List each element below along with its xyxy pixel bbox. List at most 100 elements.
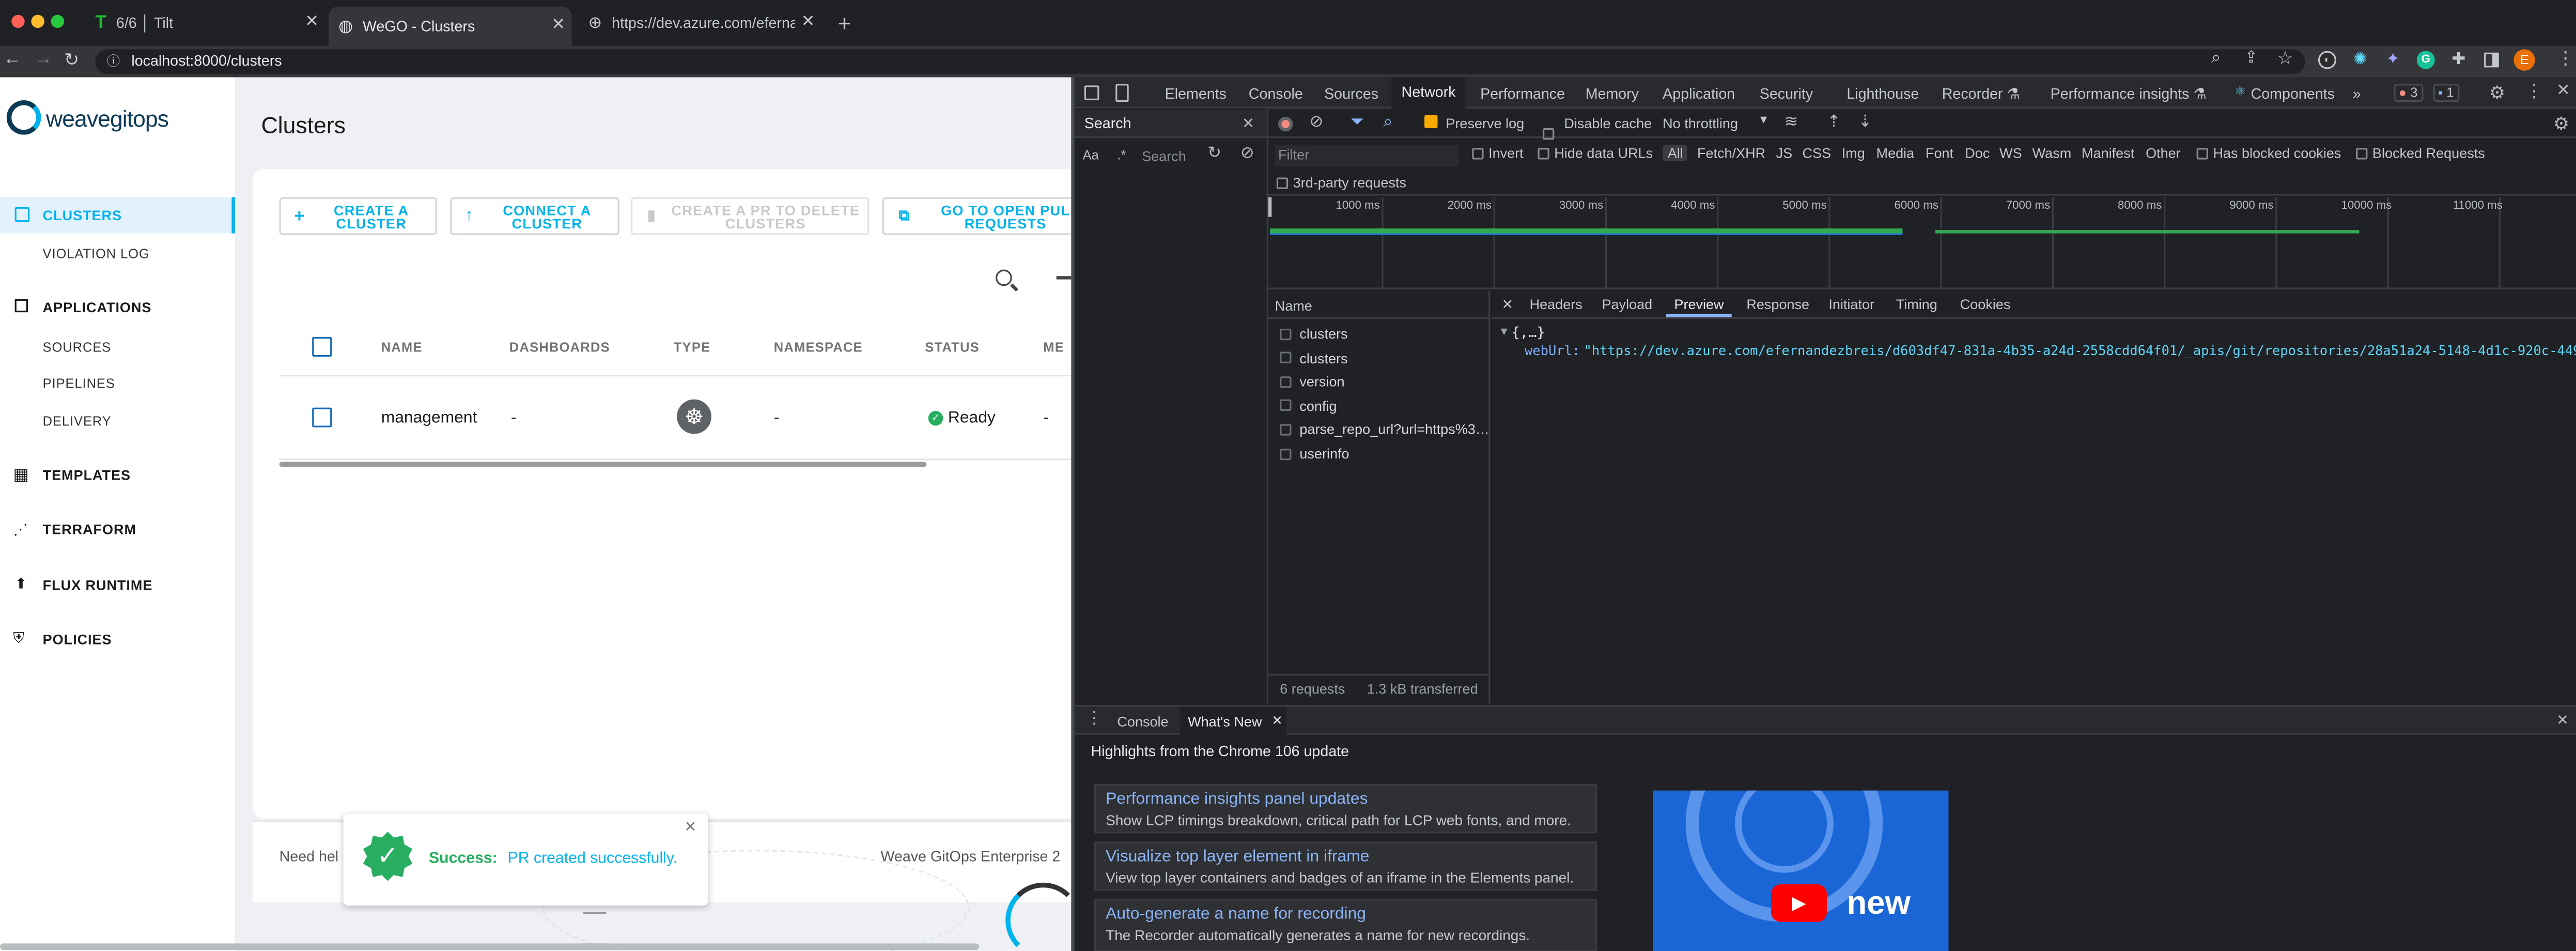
table-row[interactable]: management - ☸ - ✓ Ready - <box>280 376 1072 458</box>
drawer-tab-console[interactable]: Console <box>1117 713 1168 730</box>
preview-expand-icon[interactable]: ▼ <box>1498 327 1510 339</box>
tab-performance[interactable]: Performance <box>1480 79 1565 109</box>
sidebar-item-violation-log[interactable]: VIOLATION LOG <box>43 247 278 262</box>
extension-react-icon[interactable]: ✺ <box>2351 51 2369 69</box>
zoom-icon[interactable]: ⌕ <box>2211 49 2221 67</box>
whats-new-card[interactable]: Performance insights panel updates Show L… <box>1094 784 1597 834</box>
detail-tab-timing[interactable]: Timing <box>1896 293 1937 317</box>
tab-memory[interactable]: Memory <box>1586 79 1639 109</box>
drawer-tab-whats-new[interactable]: What's New ✕ <box>1180 707 1286 735</box>
detail-tab-response[interactable]: Response <box>1746 293 1809 317</box>
network-search-icon[interactable]: ⌕ <box>1384 113 1393 131</box>
tab-elements[interactable]: Elements <box>1165 79 1227 109</box>
network-settings-icon[interactable]: ⚙ <box>2553 113 2569 135</box>
record-icon[interactable] <box>1278 116 1293 132</box>
type-filter-all[interactable]: All <box>1663 144 1688 161</box>
tab-wego-clusters[interactable]: ◍ WeGO - Clusters ✕ <box>329 6 572 47</box>
column-header-more[interactable]: ME <box>1043 340 1064 355</box>
extension-ext3-icon[interactable]: ✦ <box>2384 51 2402 69</box>
tab-recorder[interactable]: Recorder ⚗ <box>1942 79 2020 109</box>
network-conditions-icon[interactable]: ≋ <box>1784 113 1798 131</box>
type-filter-wasm[interactable]: Wasm <box>2032 145 2072 161</box>
type-filter-js[interactable]: JS <box>1776 145 1793 161</box>
request-row[interactable]: clusters <box>1271 346 1490 370</box>
detail-tab-initiator[interactable]: Initiator <box>1828 293 1874 317</box>
sidebar-item-delivery[interactable]: DELIVERY <box>43 414 278 429</box>
request-row[interactable]: parse_repo_url?url=https%3… <box>1271 418 1490 441</box>
whats-new-card[interactable]: Auto-generate a name for recording The Re… <box>1094 899 1597 951</box>
third-party-checkbox[interactable]: 3rd-party requests <box>1276 174 1406 191</box>
refresh-search-icon[interactable]: ↻ <box>1207 145 1221 163</box>
detail-tab-preview[interactable]: Preview <box>1666 293 1732 317</box>
more-tabs-icon[interactable]: » <box>2353 79 2361 109</box>
whats-new-card[interactable]: Visualize top layer element in iframe Vie… <box>1094 841 1597 891</box>
sidebar-item-clusters[interactable]: CLUSTERS <box>0 197 235 234</box>
select-all-checkbox[interactable] <box>312 336 332 357</box>
type-filter-fetch[interactable]: Fetch/XHR <box>1697 145 1765 161</box>
throttling-select[interactable]: No throttling <box>1663 115 1738 132</box>
sidebar-item-templates[interactable]: TEMPLATES <box>43 467 278 483</box>
blocked-requests-checkbox[interactable]: Blocked Requests <box>2356 145 2485 161</box>
device-toolbar-icon[interactable] <box>1115 84 1129 102</box>
toast-close-icon[interactable]: ✕ <box>684 819 696 837</box>
card-title[interactable]: Visualize top layer element in iframe <box>1106 848 1369 866</box>
type-filter-other[interactable]: Other <box>2146 145 2181 161</box>
tab-sources[interactable]: Sources <box>1324 79 1378 109</box>
card-title[interactable]: Auto-generate a name for recording <box>1106 906 1366 924</box>
browser-menu-icon[interactable]: ⋮ <box>2556 48 2574 69</box>
address-bar[interactable]: ⓘ localhost:8000/clusters <box>95 49 2305 74</box>
clear-log-icon[interactable]: ⊘ <box>1309 113 1323 131</box>
devtools-settings-icon[interactable]: ⚙ <box>2489 82 2505 103</box>
whats-new-video-thumbnail[interactable]: ▶ new <box>1653 790 1949 951</box>
connect-cluster-button[interactable]: ↑ CONNECT A CLUSTER <box>450 197 619 235</box>
new-tab-plus-icon[interactable]: + <box>833 10 856 36</box>
timeline-selection-handle[interactable] <box>1268 197 1272 217</box>
type-filter-img[interactable]: Img <box>1842 145 1865 161</box>
tab-tilt[interactable]: T 6/6 │ Tilt ✕ <box>85 7 325 40</box>
close-detail-icon[interactable]: ✕ <box>1502 293 1514 317</box>
forward-arrow-icon[interactable]: → <box>35 49 53 69</box>
request-row[interactable]: config <box>1271 394 1490 418</box>
back-arrow-icon[interactable]: ← <box>3 49 21 69</box>
hide-data-urls-checkbox[interactable]: Hide data URLs <box>1538 145 1653 161</box>
invert-checkbox[interactable]: Invert <box>1472 145 1524 161</box>
inspect-element-icon[interactable] <box>1084 85 1099 100</box>
type-filter-doc[interactable]: Doc <box>1965 145 1990 161</box>
name-column-header[interactable]: Name <box>1275 298 1312 314</box>
page-bottom-scrollbar[interactable] <box>0 943 980 950</box>
row-checkbox[interactable] <box>312 407 332 427</box>
sidebar-toggle-icon[interactable] <box>2484 52 2499 68</box>
tab-close-icon[interactable]: ✕ <box>801 13 815 31</box>
regex-toggle[interactable]: .* <box>1117 148 1126 163</box>
clear-search-icon[interactable]: ⊘ <box>1240 145 1254 163</box>
devtools-close-icon[interactable]: ✕ <box>2556 82 2570 100</box>
column-header-status[interactable]: STATUS <box>925 340 980 355</box>
tab-application[interactable]: Application <box>1663 79 1735 109</box>
search-panel-close-icon[interactable]: ✕ <box>1242 115 1254 133</box>
sidebar-item-pipelines[interactable]: PIPELINES <box>43 376 278 391</box>
horizontal-scrollbar[interactable] <box>279 462 927 467</box>
request-row[interactable]: clusters <box>1271 322 1490 345</box>
open-pull-requests-button[interactable]: ⧉ GO TO OPEN PUL REQUESTS <box>882 197 1072 235</box>
type-filter-media[interactable]: Media <box>1876 145 1915 161</box>
share-icon[interactable]: ⇪ <box>2244 49 2258 67</box>
match-case-toggle[interactable]: Aa <box>1083 148 1099 163</box>
tab-close-icon[interactable]: ✕ <box>305 13 319 31</box>
tab-close-icon[interactable]: ✕ <box>551 17 565 35</box>
type-filter-font[interactable]: Font <box>1926 145 1953 161</box>
search-panel-input[interactable]: Search <box>1142 148 1186 164</box>
preserve-log-checkbox[interactable] <box>1424 115 1438 129</box>
cluster-name[interactable]: management <box>381 409 477 427</box>
card-title[interactable]: Performance insights panel updates <box>1106 791 1368 809</box>
import-har-icon[interactable]: ⇡ <box>1827 113 1841 131</box>
export-har-icon[interactable]: ⇣ <box>1858 113 1872 131</box>
type-filter-ws[interactable]: WS <box>1999 145 2022 161</box>
delete-clusters-pr-button[interactable]: ▮ CREATE A PR TO DELETE CLUSTERS <box>631 197 870 235</box>
window-minimize-button[interactable] <box>31 14 44 28</box>
error-count-badge[interactable]: ● 3 <box>2394 84 2423 102</box>
column-header-type[interactable]: TYPE <box>674 340 711 355</box>
extension-ext1-icon[interactable]: ◐ <box>2318 51 2336 69</box>
sidebar-item-policies[interactable]: POLICIES <box>43 631 278 648</box>
detail-tab-payload[interactable]: Payload <box>1602 293 1653 317</box>
search-icon[interactable] <box>996 269 1012 286</box>
